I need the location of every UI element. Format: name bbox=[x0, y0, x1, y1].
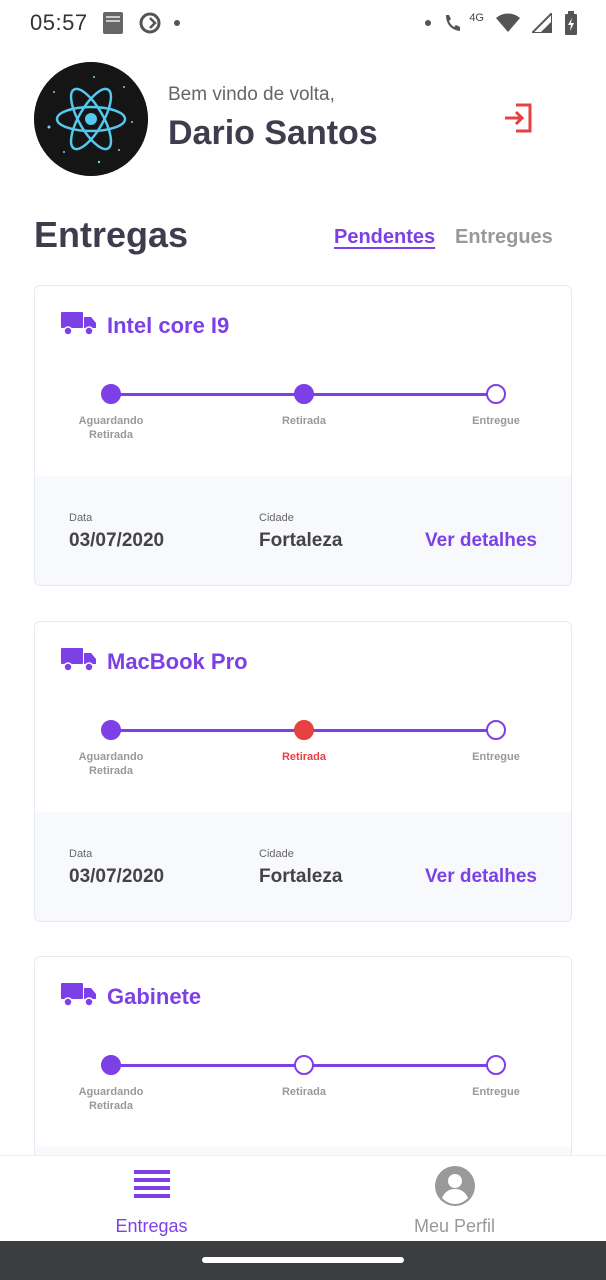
list-icon bbox=[133, 1170, 170, 1198]
step-dot-entregue bbox=[486, 720, 506, 740]
delivery-progress: Aguardando Retirada Retirada Entregue bbox=[35, 384, 571, 454]
step-label-retirada: Retirada bbox=[281, 415, 327, 427]
signal-icon bbox=[532, 13, 552, 33]
status-time: 05:57 bbox=[30, 10, 88, 35]
profile-header: Bem vindo de volta, Dario Santos bbox=[34, 62, 574, 176]
date-value: 03/07/2020 bbox=[69, 866, 165, 887]
bottom-navigation: Entregas Meu Perfil bbox=[0, 1155, 606, 1241]
nav-meu-perfil[interactable]: Meu Perfil bbox=[303, 1156, 606, 1242]
city-value: Fortaleza bbox=[259, 530, 343, 551]
step-dot-retirada bbox=[294, 384, 314, 404]
step-label-aguardando: Aguardando Retirada bbox=[78, 1086, 144, 1112]
wifi-call-icon bbox=[443, 12, 463, 34]
city-value: Fortaleza bbox=[259, 866, 343, 887]
step-label-entregue: Entregue bbox=[472, 751, 520, 763]
step-dot-entregue bbox=[486, 384, 506, 404]
truck-icon bbox=[61, 981, 97, 1012]
tab-pendentes[interactable]: Pendentes bbox=[334, 226, 435, 249]
product-name: Gabinete bbox=[107, 983, 202, 1009]
notification-dot-icon bbox=[425, 20, 432, 26]
city-label: Cidade bbox=[259, 512, 294, 524]
delivery-list: Intel core I9 Aguardando Retirada Retira… bbox=[34, 285, 572, 1155]
notification-dot-icon bbox=[173, 20, 180, 26]
delivery-card: MacBook Pro Aguardando Retirada Retirada… bbox=[34, 621, 572, 922]
step-dot-retirada bbox=[294, 1055, 314, 1075]
avatar[interactable] bbox=[34, 62, 148, 176]
tab-entregues[interactable]: Entregues bbox=[455, 226, 553, 249]
card-footer: Data 03/07/2020 Cidade Fortaleza Ver det… bbox=[35, 476, 571, 585]
step-dot-aguardando bbox=[101, 720, 121, 740]
step-label-retirada: Retirada bbox=[281, 1086, 327, 1098]
delivery-card: Gabinete Aguardando Retirada Retirada En… bbox=[34, 956, 572, 1155]
logout-button[interactable] bbox=[500, 100, 536, 136]
delivery-progress: Aguardando Retirada Retirada Entregue bbox=[35, 720, 571, 790]
card-footer bbox=[35, 1147, 571, 1155]
react-atom-icon bbox=[34, 62, 148, 176]
user-circle-icon bbox=[434, 1166, 475, 1206]
sync-icon bbox=[138, 11, 162, 35]
step-label-aguardando: Aguardando Retirada bbox=[78, 415, 144, 441]
truck-icon bbox=[61, 646, 97, 677]
wifi-icon bbox=[496, 13, 520, 33]
system-navigation-bar bbox=[0, 1241, 606, 1280]
date-label: Data bbox=[69, 848, 93, 860]
page-title: Entregas bbox=[34, 214, 189, 255]
nav-entregas[interactable]: Entregas bbox=[0, 1156, 303, 1242]
date-label: Data bbox=[69, 512, 93, 524]
step-label-retirada: Retirada bbox=[281, 751, 327, 763]
product-name: MacBook Pro bbox=[107, 648, 248, 674]
view-details-link[interactable]: Ver detalhes bbox=[425, 530, 537, 552]
step-dot-aguardando bbox=[101, 1055, 121, 1075]
logout-icon bbox=[505, 103, 532, 133]
step-dot-aguardando bbox=[101, 384, 121, 404]
home-gesture-handle[interactable] bbox=[202, 1257, 404, 1263]
step-dot-retirada bbox=[294, 720, 314, 740]
welcome-text: Bem vindo de volta, bbox=[168, 84, 335, 105]
delivery-card: Intel core I9 Aguardando Retirada Retira… bbox=[34, 285, 572, 586]
delivery-progress: Aguardando Retirada Retirada Entregue bbox=[35, 1055, 571, 1125]
product-name: Intel core I9 bbox=[107, 312, 230, 338]
bible-app-icon bbox=[100, 10, 126, 36]
step-dot-entregue bbox=[486, 1055, 506, 1075]
battery-icon bbox=[564, 11, 578, 35]
view-details-link[interactable]: Ver detalhes bbox=[425, 866, 537, 888]
nav-label-entregas: Entregas bbox=[115, 1216, 188, 1236]
card-footer: Data 03/07/2020 Cidade Fortaleza Ver det… bbox=[35, 812, 571, 921]
truck-icon bbox=[61, 310, 97, 341]
step-label-aguardando: Aguardando Retirada bbox=[78, 751, 144, 777]
step-label-entregue: Entregue bbox=[472, 1086, 520, 1098]
step-label-entregue: Entregue bbox=[472, 415, 520, 427]
city-label: Cidade bbox=[259, 848, 294, 860]
network-type: 4G bbox=[469, 12, 484, 24]
user-name: Dario Santos bbox=[168, 114, 378, 152]
date-value: 03/07/2020 bbox=[69, 530, 165, 551]
status-bar: 05:57 4G bbox=[0, 0, 606, 46]
nav-label-meu-perfil: Meu Perfil bbox=[413, 1216, 496, 1236]
